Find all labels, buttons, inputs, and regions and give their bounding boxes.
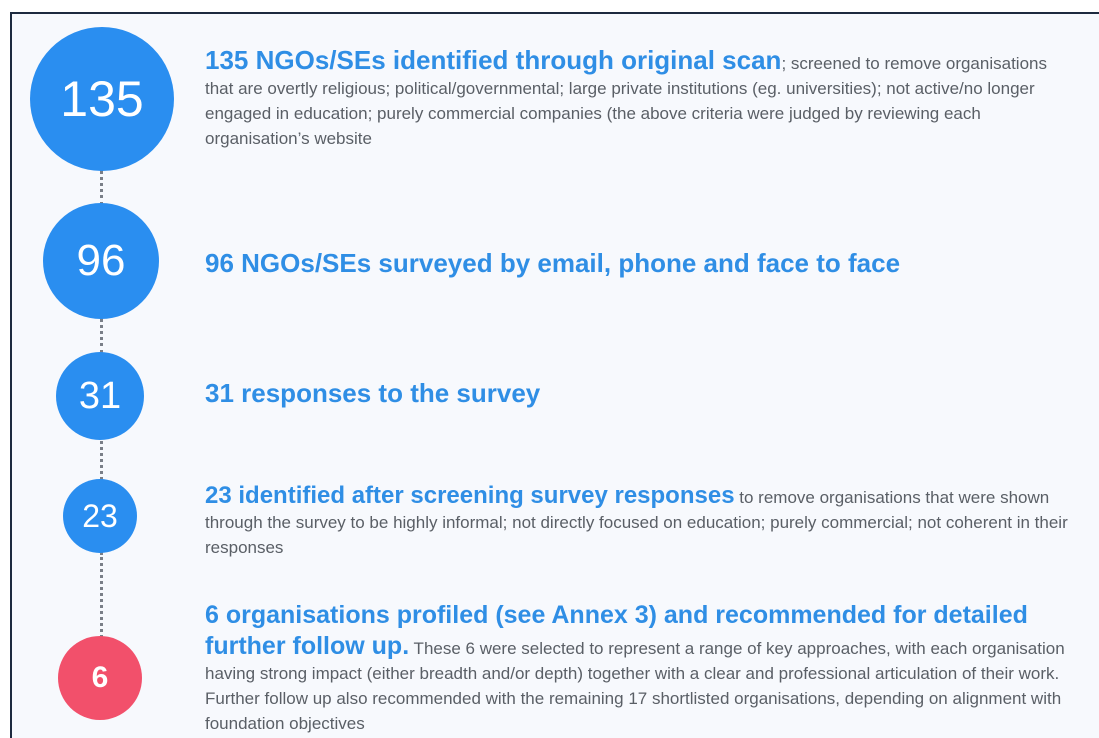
connector-line [100, 552, 103, 638]
step-circle-96: 96 [43, 203, 159, 319]
step-description-135: 135 NGOs/SEs identified through original… [205, 45, 1080, 152]
step-number: 6 [91, 661, 109, 694]
step-headline: 96 NGOs/SEs surveyed by email, phone and… [205, 248, 901, 278]
step-number: 135 [60, 71, 144, 127]
step-circle-31: 31 [56, 352, 144, 440]
step-number: 23 [82, 497, 118, 534]
step-number: 96 [76, 236, 126, 285]
step-headline: 31 responses to the survey [205, 378, 541, 408]
step-circle-135: 135 [30, 27, 174, 171]
step-description-31: 31 responses to the survey [205, 378, 1080, 409]
step-number: 31 [78, 374, 122, 417]
connector-line [100, 436, 103, 480]
step-circle-6: 6 [58, 636, 142, 720]
step-headline: 23 identified after screening survey res… [205, 482, 735, 509]
step-description-96: 96 NGOs/SEs surveyed by email, phone and… [205, 248, 1080, 279]
connector-line [100, 318, 103, 354]
step-headline: 135 NGOs/SEs identified through original… [205, 45, 782, 75]
connector-line [100, 170, 103, 206]
step-description-6: 6 organisations profiled (see Annex 3) a… [205, 600, 1080, 737]
step-circle-23: 23 [63, 479, 137, 553]
step-description-23: 23 identified after screening survey res… [205, 484, 1080, 561]
